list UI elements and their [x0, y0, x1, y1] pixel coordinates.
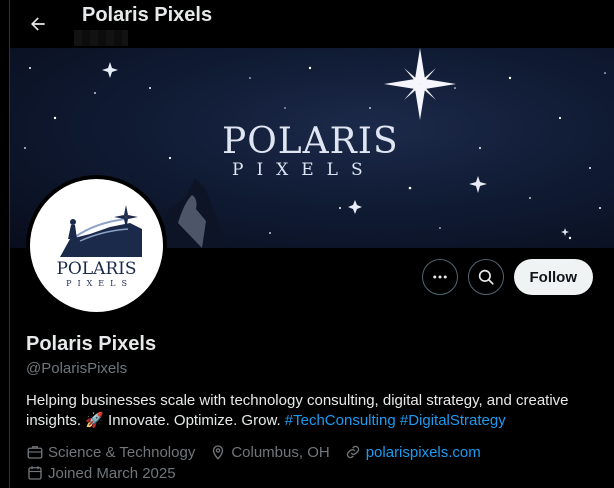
- follow-button[interactable]: Follow: [513, 259, 593, 295]
- location-item: Columbus, OH: [209, 443, 330, 461]
- profile-name: Polaris Pixels: [26, 333, 157, 355]
- banner-logo-title: POLARIS: [222, 121, 399, 162]
- calendar-icon: [28, 466, 42, 480]
- profile-bio: Helping businesses scale with technology…: [26, 391, 596, 431]
- profile-meta: Science & Technology Columbus, OH polari…: [26, 442, 596, 484]
- briefcase-icon: [27, 446, 43, 459]
- website-link[interactable]: polarispixels.com: [366, 444, 481, 461]
- location-label: Columbus, OH: [231, 443, 330, 461]
- more-icon: [432, 275, 447, 279]
- left-rail: [0, 0, 10, 488]
- profile-handle: @PolarisPixels: [26, 360, 128, 377]
- search-icon: [478, 269, 494, 285]
- avatar-logo-subtitle: PIXELS: [66, 279, 133, 288]
- hashtag-link[interactable]: #TechConsulting: [285, 412, 396, 429]
- more-button[interactable]: [421, 259, 458, 295]
- link-icon: [346, 445, 359, 459]
- joined-label: Joined March 2025: [48, 464, 176, 482]
- avatar-logo-art: [60, 205, 142, 257]
- page-title: Polaris Pixels: [82, 4, 213, 26]
- avatar[interactable]: POLARIS PIXELS: [26, 175, 167, 316]
- profile-actions: Follow: [421, 259, 593, 295]
- arrow-left-icon: [31, 17, 45, 31]
- avatar-logo: POLARIS PIXELS: [30, 179, 163, 312]
- category-item: Science & Technology: [26, 443, 195, 461]
- joined-item: Joined March 2025: [26, 464, 176, 482]
- category-label: Science & Technology: [48, 443, 196, 461]
- post-count-redacted: [74, 30, 128, 46]
- website-item[interactable]: polarispixels.com: [344, 443, 481, 461]
- back-button[interactable]: [22, 8, 54, 40]
- banner-logo-subtitle: PIXELS: [232, 160, 376, 180]
- avatar-logo-title: POLARIS: [56, 259, 137, 279]
- search-button[interactable]: [467, 259, 504, 295]
- location-pin-icon: [213, 445, 224, 460]
- hashtag-link[interactable]: #DigitalStrategy: [400, 412, 506, 429]
- top-bar: Polaris Pixels: [10, 0, 614, 48]
